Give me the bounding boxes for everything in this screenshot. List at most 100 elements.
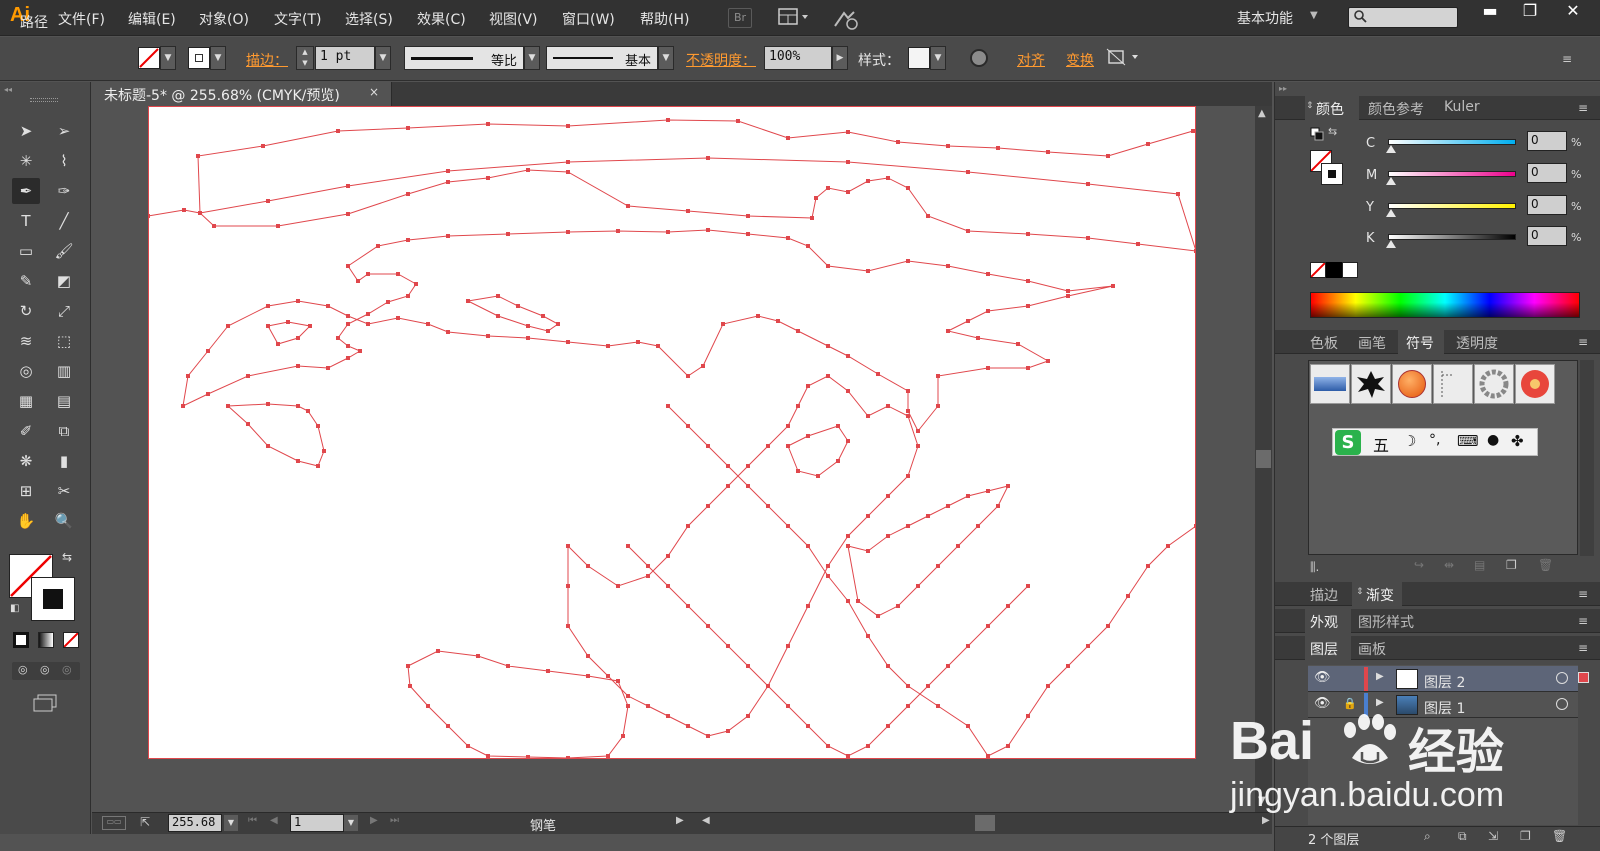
rectangle-tool[interactable]: ▭ — [12, 238, 40, 264]
anchor-point[interactable] — [566, 230, 570, 234]
anchor-point[interactable] — [746, 232, 750, 236]
anchor-point[interactable] — [646, 564, 650, 568]
anchor-point[interactable] — [316, 464, 320, 468]
anchor-point[interactable] — [786, 136, 790, 140]
anchor-point[interactable] — [806, 384, 810, 388]
anchor-point[interactable] — [408, 684, 412, 688]
anchor-point[interactable] — [721, 322, 725, 326]
stroke-swatch[interactable] — [188, 47, 210, 69]
tab-kuler[interactable]: Kuler — [1444, 99, 1480, 115]
anchor-point[interactable] — [426, 704, 430, 708]
anchor-point[interactable] — [766, 684, 770, 688]
symbol-ink-splat[interactable] — [1351, 364, 1391, 404]
anchor-point[interactable] — [886, 176, 890, 180]
vertical-scroll-thumb[interactable] — [1256, 450, 1271, 468]
anchor-point[interactable] — [1136, 242, 1140, 246]
yellow-slider[interactable] — [1388, 203, 1516, 209]
menu-help[interactable]: 帮助(H) — [640, 9, 689, 29]
menu-view[interactable]: 视图(V) — [489, 9, 538, 29]
color-mode-icon[interactable] — [13, 632, 29, 648]
stroke-dropdown[interactable]: ▼ — [210, 46, 226, 70]
anchor-point[interactable] — [666, 584, 670, 588]
anchor-point[interactable] — [358, 349, 362, 353]
traced-path[interactable] — [267, 321, 312, 345]
anchor-point[interactable] — [926, 514, 930, 518]
menu-edit[interactable]: 编辑(E) — [128, 9, 176, 29]
anchor-point[interactable] — [616, 229, 620, 233]
close-window-button[interactable]: ✕ — [1553, 0, 1593, 24]
anchor-point[interactable] — [566, 340, 570, 344]
anchor-point[interactable] — [212, 224, 216, 228]
selection-tool[interactable]: ➤ — [12, 118, 40, 144]
graphic-style-swatch[interactable] — [908, 47, 930, 69]
anchor-point[interactable] — [806, 604, 810, 608]
traced-paths[interactable] — [146, 106, 1198, 760]
anchor-point[interactable] — [656, 344, 660, 348]
traced-path[interactable] — [467, 295, 559, 332]
anchor-point[interactable] — [346, 344, 350, 348]
anchor-point[interactable] — [686, 374, 690, 378]
swap-colors-icon[interactable]: ⇆ — [1328, 125, 1337, 138]
anchor-point[interactable] — [266, 324, 270, 328]
anchor-point[interactable] — [1066, 294, 1070, 298]
panel-collapse-icon[interactable]: ⇕ — [1306, 101, 1314, 111]
stroke-weight-dropdown[interactable]: ▼ — [375, 46, 391, 70]
anchor-point[interactable] — [826, 264, 830, 268]
anchor-point[interactable] — [706, 156, 710, 160]
new-layer-icon[interactable]: ❐ — [1520, 829, 1531, 843]
slice-tool[interactable]: ✂ — [50, 478, 78, 504]
anchor-point[interactable] — [586, 674, 590, 678]
anchor-point[interactable] — [996, 146, 1000, 150]
anchor-point[interactable] — [346, 314, 350, 318]
chevron-down-icon[interactable]: ▼ — [1310, 10, 1318, 21]
anchor-point[interactable] — [586, 564, 590, 568]
opacity-dropdown[interactable]: ▶ — [832, 46, 848, 70]
anchor-point[interactable] — [966, 170, 970, 174]
appearance-panel-menu-icon[interactable]: ≡ — [1578, 614, 1588, 628]
traced-path[interactable] — [227, 403, 325, 467]
anchor-point[interactable] — [308, 324, 312, 328]
anchor-point[interactable] — [366, 312, 370, 316]
anchor-point[interactable] — [322, 449, 326, 453]
anchor-point[interactable] — [516, 304, 520, 308]
anchor-point[interactable] — [876, 614, 880, 618]
anchor-point[interactable] — [436, 649, 440, 653]
anchor-point[interactable] — [866, 744, 870, 748]
new-sublayer-icon[interactable]: ⇲ — [1488, 829, 1498, 843]
rotate-tool[interactable]: ↻ — [12, 298, 40, 324]
anchor-point[interactable] — [846, 544, 850, 548]
anchor-point[interactable] — [1106, 624, 1110, 628]
anchor-point[interactable] — [1066, 664, 1070, 668]
magenta-field[interactable]: 0 — [1527, 163, 1567, 183]
menu-effect[interactable]: 效果(C) — [417, 9, 466, 29]
line-tool[interactable]: ╱ — [50, 208, 78, 234]
anchor-point[interactable] — [296, 404, 300, 408]
anchor-point[interactable] — [806, 724, 810, 728]
tab-artboards[interactable]: 画板 — [1358, 639, 1386, 659]
anchor-point[interactable] — [936, 374, 940, 378]
anchor-point[interactable] — [906, 704, 910, 708]
anchor-point[interactable] — [406, 126, 410, 130]
anchor-point[interactable] — [546, 329, 550, 333]
anchor-point[interactable] — [526, 168, 530, 172]
anchor-point[interactable] — [541, 314, 545, 318]
symbol-libraries-icon[interactable]: ⫼. — [1310, 560, 1319, 575]
anchor-point[interactable] — [486, 754, 490, 758]
anchor-point[interactable] — [786, 424, 790, 428]
anchor-point[interactable] — [496, 294, 500, 298]
anchor-point[interactable] — [466, 744, 470, 748]
traced-path[interactable] — [147, 119, 1194, 217]
restore-button[interactable]: ❐ — [1510, 0, 1550, 24]
anchor-point[interactable] — [506, 232, 510, 236]
anchor-point[interactable] — [326, 366, 330, 370]
anchor-point[interactable] — [866, 634, 870, 638]
draw-behind-icon[interactable]: ◎ — [40, 663, 50, 676]
symbol-blue-banner[interactable] — [1310, 364, 1350, 404]
expand-dock-icon[interactable]: ▸▸ — [1279, 84, 1287, 93]
anchor-point[interactable] — [526, 336, 530, 340]
delete-layer-icon[interactable]: 🗑 — [1552, 829, 1567, 843]
anchor-point[interactable] — [846, 599, 850, 603]
anchor-point[interactable] — [486, 122, 490, 126]
anchor-point[interactable] — [1046, 359, 1050, 363]
anchor-point[interactable] — [1166, 544, 1170, 548]
